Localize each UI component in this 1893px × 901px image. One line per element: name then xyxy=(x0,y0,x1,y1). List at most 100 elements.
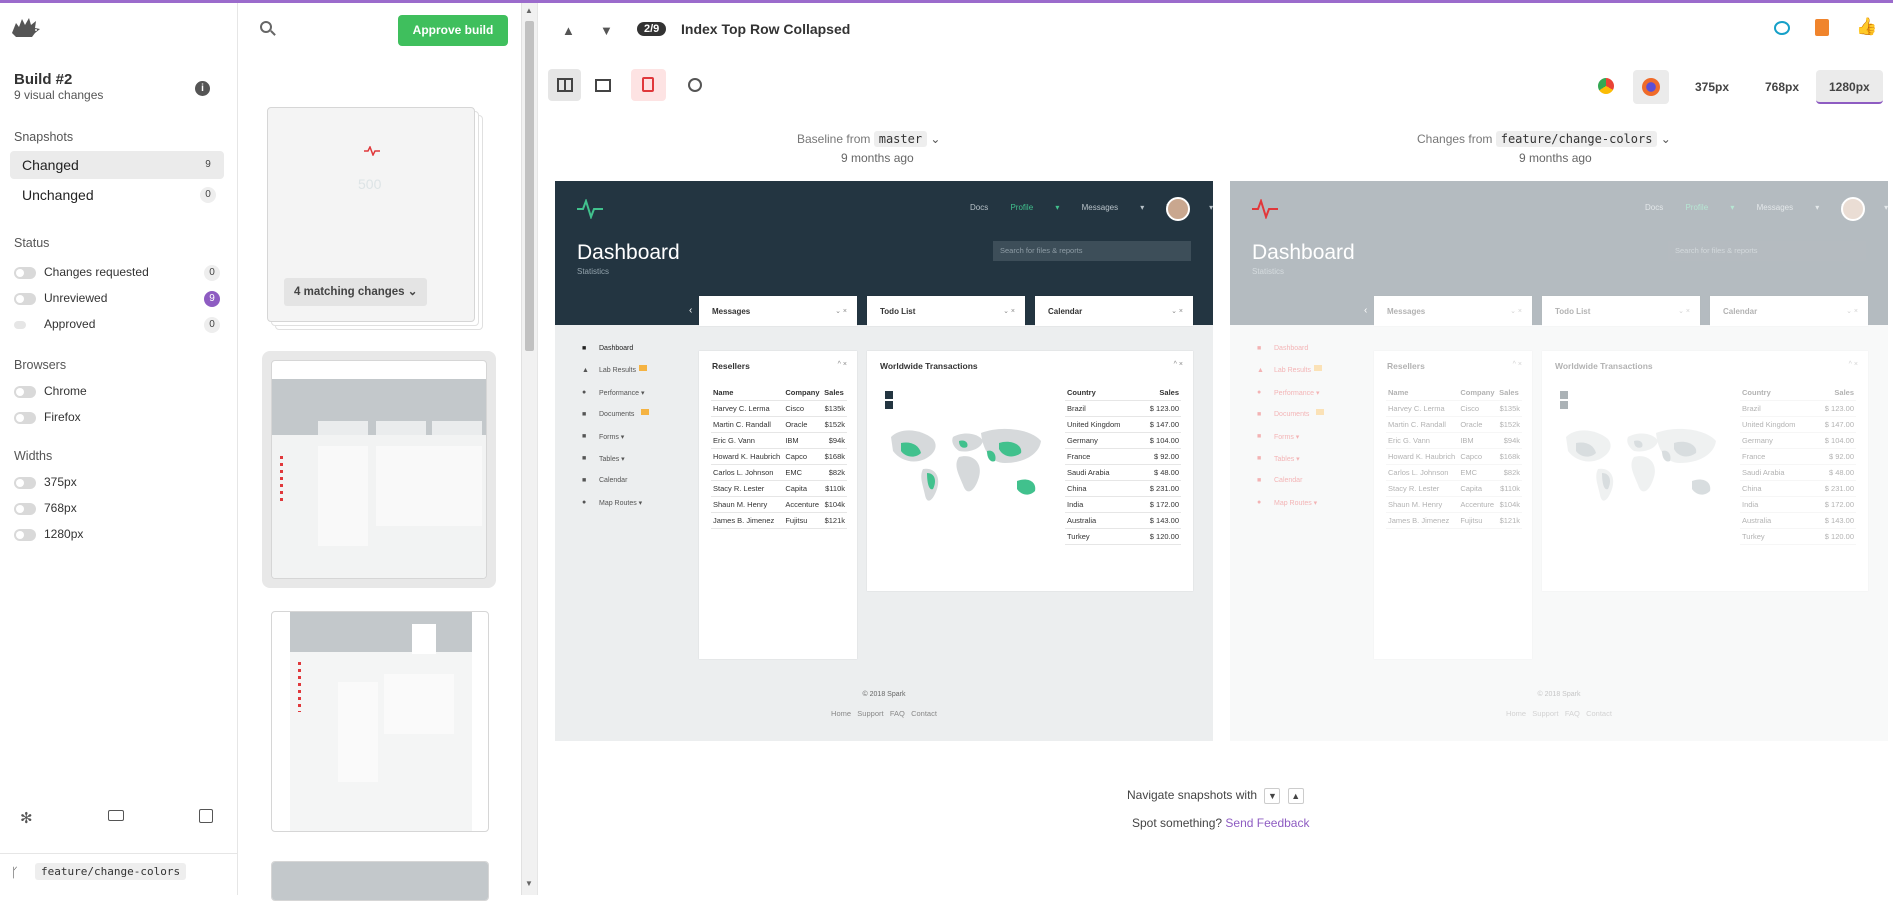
changes-label: Changes from feature/change-colors ⌄ xyxy=(1417,131,1671,147)
firefox-toggle[interactable] xyxy=(14,412,36,424)
pulse-logo-icon xyxy=(1252,199,1278,219)
diff-toggle-button[interactable] xyxy=(631,69,666,101)
chrome-toggle[interactable] xyxy=(14,386,36,398)
dashboard-title: Dashboard xyxy=(577,241,680,264)
snapshot-card-selected[interactable] xyxy=(262,351,496,588)
snapshot-thumb-collapsed xyxy=(271,360,487,579)
firefox-icon xyxy=(1642,78,1660,96)
widths-heading: Widths xyxy=(14,449,53,463)
width-1280-label: 1280px xyxy=(44,527,84,541)
pulse-logo-icon xyxy=(364,146,380,156)
keyboard-icon[interactable] xyxy=(108,810,124,821)
prev-snapshot-icon[interactable]: ▲ xyxy=(562,23,575,38)
navigate-hint: Navigate snapshots with ▼ ▲ xyxy=(1127,788,1304,804)
thumb-number: 500 xyxy=(358,176,382,192)
up-key-icon: ▲ xyxy=(1287,788,1304,804)
dashboard-footer-copy: © 2018 Spark xyxy=(862,691,906,698)
next-snapshot-icon[interactable]: ▼ xyxy=(600,23,613,38)
reseller-row: Martin C. RandallOracle$152k xyxy=(711,416,847,433)
snapshot-counter: 2/9 xyxy=(637,22,667,36)
snapshots-changed-item[interactable]: Changed 9 xyxy=(10,151,224,179)
baseline-time: 9 months ago xyxy=(841,151,914,165)
snapshot-thumb-next[interactable] xyxy=(271,861,489,901)
width-375-toggle[interactable] xyxy=(14,477,36,489)
changes-requested-label: Changes requested xyxy=(44,265,149,279)
approve-build-button[interactable]: Approve build xyxy=(398,15,508,46)
reseller-row: James B. JimenezFujitsu$121k xyxy=(711,512,847,529)
firefox-browser-button[interactable] xyxy=(1633,70,1669,104)
chrome-browser-icon[interactable] xyxy=(1597,77,1615,95)
reject-icon[interactable] xyxy=(1815,19,1829,36)
down-key-icon: ▼ xyxy=(1264,788,1281,804)
dashboard-subtitle: Statistics xyxy=(577,267,610,276)
baseline-prefix: Baseline from xyxy=(797,132,871,146)
resellers-card: Resellers ^ × NameCompanySales Harvey C.… xyxy=(699,351,857,659)
snapshot-thumb-grouped[interactable]: 500 4 matching changes ⌄ xyxy=(267,107,475,322)
changes-prefix: Changes from xyxy=(1417,132,1493,146)
transactions-table: CountrySales Brazil$ 123.00United Kingdo… xyxy=(1065,385,1181,545)
baseline-label: Baseline from master ⌄ xyxy=(797,131,941,147)
baseline-screenshot[interactable]: Docs Profile ▾ Messages ▾ Tasks ▾ Dashbo… xyxy=(555,181,1213,741)
history-icon[interactable] xyxy=(688,78,702,92)
resolution-1280[interactable]: 1280px xyxy=(1816,70,1883,104)
list-scrollbar[interactable]: ▲ ▼ xyxy=(521,3,537,895)
status-heading: Status xyxy=(14,236,50,250)
panel-toggle-icon[interactable] xyxy=(199,809,213,823)
changes-requested-count: 0 xyxy=(204,265,220,281)
matching-changes-button[interactable]: 4 matching changes ⌄ xyxy=(284,278,428,306)
info-icon[interactable]: i xyxy=(195,81,210,96)
diff-wash-overlay xyxy=(1230,181,1888,741)
changes-requested-toggle[interactable] xyxy=(14,267,36,279)
width-768-toggle[interactable] xyxy=(14,503,36,515)
transaction-row: Brazil$ 123.00 xyxy=(1065,400,1181,417)
width-768-label: 768px xyxy=(44,501,77,515)
chrome-label: Chrome xyxy=(44,384,87,398)
reseller-row: Stacy R. LesterCapita$110k xyxy=(711,480,847,497)
scrollbar-thumb[interactable] xyxy=(525,21,534,351)
settings-icon[interactable]: ✻ xyxy=(20,809,33,827)
split-view-button[interactable] xyxy=(548,69,581,101)
reseller-row: Carlos L. JohnsonEMC$82k xyxy=(711,464,847,481)
calendar-panel-title: Calendar xyxy=(1048,307,1083,316)
approved-label: Approved xyxy=(44,317,96,331)
changed-screenshot[interactable]: Docs Profile ▾ Messages ▾ Tasks ▾ Dashbo… xyxy=(1230,181,1888,741)
transaction-row: United Kingdom$ 147.00 xyxy=(1065,416,1181,433)
hedgehog-logo-icon[interactable] xyxy=(10,15,42,39)
snapshots-unchanged-label: Unchanged xyxy=(22,187,94,203)
transaction-row: Australia$ 143.00 xyxy=(1065,512,1181,529)
sidebar: Build #2 9 visual changes i Snapshots Ch… xyxy=(0,3,238,895)
snapshot-list: Approve build 500 4 matching changes ⌄ xyxy=(239,3,521,901)
snapshot-title: Index Top Row Collapsed xyxy=(681,21,851,37)
branch-name: feature/change-colors xyxy=(35,863,187,880)
unreviewed-toggle[interactable] xyxy=(14,293,36,305)
thumbs-up-icon[interactable]: 👍 xyxy=(1856,17,1877,37)
width-1280-toggle[interactable] xyxy=(14,529,36,541)
build-title: Build #2 xyxy=(14,71,73,88)
baseline-branch: master xyxy=(873,131,928,147)
changed-count-badge: 9 xyxy=(205,159,211,170)
branch-icon: ᚴ xyxy=(11,865,19,880)
snapshot-thumb-mobile[interactable] xyxy=(271,611,489,832)
transaction-row: China$ 231.00 xyxy=(1065,480,1181,497)
approved-toggle[interactable] xyxy=(14,321,26,329)
snapshots-heading: Snapshots xyxy=(14,130,74,144)
transaction-row: Turkey$ 120.00 xyxy=(1065,528,1181,545)
changes-branch: feature/change-colors xyxy=(1495,131,1658,147)
resellers-table: NameCompanySales Harvey C. LermaCisco$13… xyxy=(711,385,847,529)
resolution-768[interactable]: 768px xyxy=(1752,70,1812,104)
main-panel: ▲ ▼ 2/9 Index Top Row Collapsed 👍 375px … xyxy=(537,3,1893,895)
transaction-row: Germany$ 104.00 xyxy=(1065,432,1181,449)
dashboard-search: Search for files & reports xyxy=(993,241,1191,261)
reseller-row: Howard K. HaubrichCapco$168k xyxy=(711,448,847,465)
resolution-375[interactable]: 375px xyxy=(1682,70,1742,104)
snapshots-unchanged-item[interactable]: Unchanged 0 xyxy=(10,181,224,209)
transaction-row: India$ 172.00 xyxy=(1065,496,1181,513)
send-feedback-link[interactable]: Send Feedback xyxy=(1225,816,1309,830)
dashboard-footer-links: Home Support FAQ Contact xyxy=(831,709,937,718)
snapshots-changed-label: Changed xyxy=(22,157,79,173)
reseller-row: Shaun M. HenryAccenture$104k xyxy=(711,496,847,513)
single-view-icon[interactable] xyxy=(595,79,611,92)
resellers-title: Resellers xyxy=(712,361,750,371)
comment-icon[interactable] xyxy=(1774,21,1790,35)
pulse-logo-icon xyxy=(577,199,603,219)
